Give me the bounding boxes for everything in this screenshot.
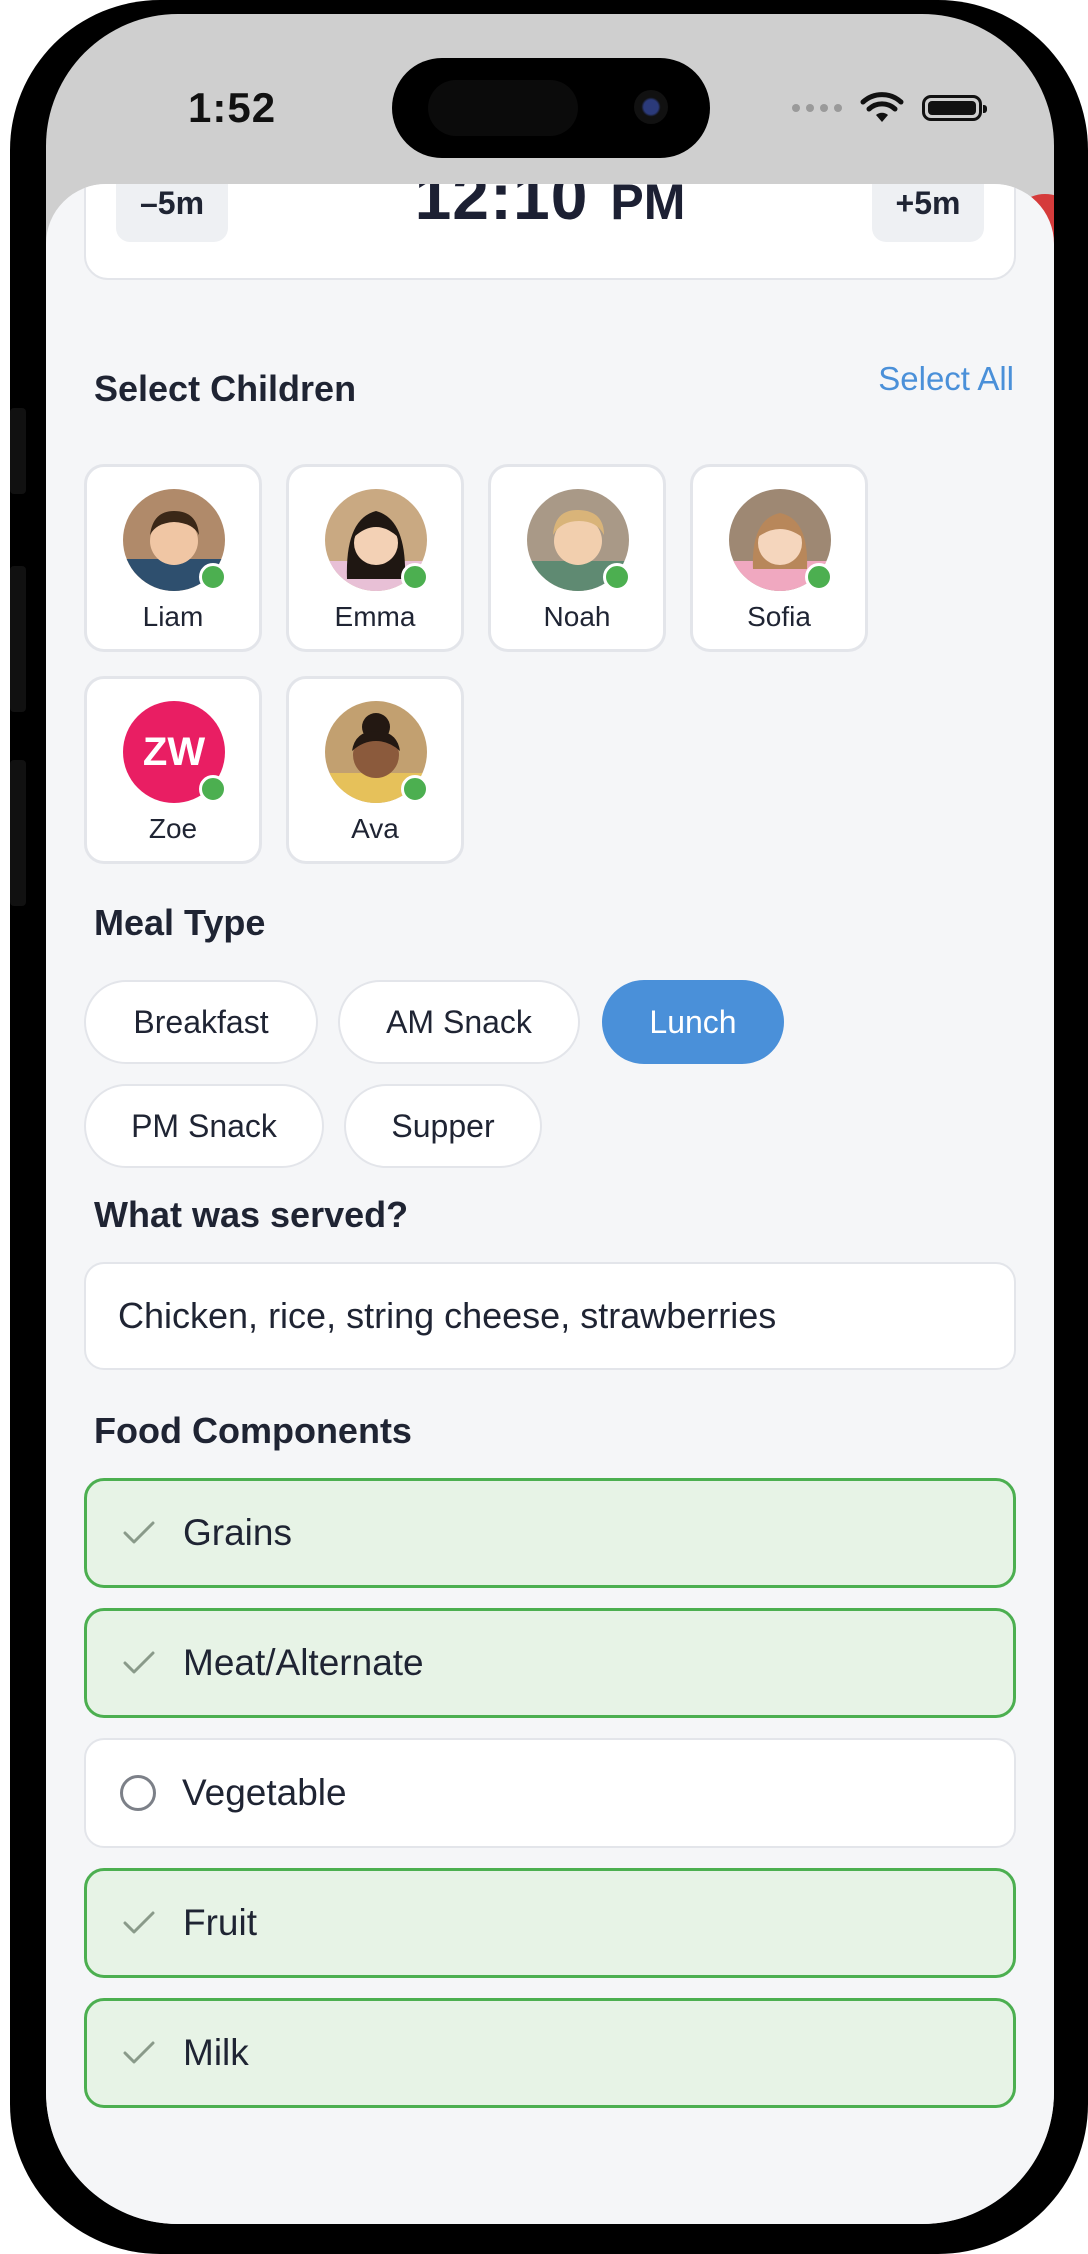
status-bar: 1:52 [46, 14, 1054, 184]
child-name: Zoe [148, 813, 198, 844]
battery-icon [922, 95, 987, 121]
wifi-icon [860, 92, 904, 122]
meal-chip-breakfast[interactable]: Breakfast [84, 980, 318, 1064]
online-indicator [805, 563, 833, 591]
time-value: 12:10 [414, 184, 589, 233]
online-indicator [199, 563, 227, 591]
checkmark-icon [119, 1513, 159, 1553]
component-label: Milk [183, 2032, 249, 2073]
served-title: What was served? [94, 1194, 409, 1235]
phone-frame: 1:52 –5m 12:10 PM +5m Select Children Se… [10, 0, 1088, 2254]
plus-5-minutes-button[interactable]: +5m [872, 184, 984, 242]
child-card-emma[interactable]: Emma [286, 464, 464, 652]
meal-entry-sheet: –5m 12:10 PM +5m Select Children Select A… [46, 184, 1054, 2224]
cellular-signal-icon [792, 104, 842, 112]
select-all-link[interactable]: Select All [878, 360, 1014, 398]
volume-down-button [10, 760, 26, 906]
radio-empty-icon [118, 1773, 158, 1813]
component-vegetable[interactable]: Vegetable [84, 1738, 1016, 1848]
silent-switch [10, 408, 26, 494]
child-name: Emma [334, 601, 416, 632]
camera-icon [634, 90, 668, 124]
online-indicator [401, 563, 429, 591]
checkmark-icon [119, 1903, 159, 1943]
meal-chip-supper[interactable]: Supper [344, 1084, 542, 1168]
component-label: Vegetable [182, 1772, 347, 1813]
time-ampm: PM [610, 184, 686, 230]
food-components-title: Food Components [94, 1410, 412, 1451]
child-name: Liam [142, 601, 204, 632]
checkmark-icon [119, 1643, 159, 1683]
meal-chip-am-snack[interactable]: AM Snack [338, 980, 580, 1064]
child-name: Noah [543, 601, 611, 632]
component-label: Fruit [183, 1902, 257, 1943]
component-fruit[interactable]: Fruit [84, 1868, 1016, 1978]
checkmark-icon [119, 2033, 159, 2073]
online-indicator [603, 563, 631, 591]
component-meat-alternate[interactable]: Meat/Alternate [84, 1608, 1016, 1718]
screen: 1:52 –5m 12:10 PM +5m Select Children Se… [46, 14, 1054, 2224]
child-name: Ava [351, 813, 399, 844]
meal-chip-lunch[interactable]: Lunch [602, 980, 784, 1064]
meal-chip-pm-snack[interactable]: PM Snack [84, 1084, 324, 1168]
served-input[interactable]: Chicken, rice, string cheese, strawberri… [84, 1262, 1016, 1370]
dynamic-island [392, 58, 710, 158]
child-card-sofia[interactable]: Sofia [690, 464, 868, 652]
select-children-title: Select Children [94, 368, 357, 409]
child-card-noah[interactable]: Noah [488, 464, 666, 652]
online-indicator [199, 775, 227, 803]
component-milk[interactable]: Milk [84, 1998, 1016, 2108]
volume-up-button [10, 566, 26, 712]
component-label: Grains [183, 1512, 292, 1553]
child-card-ava[interactable]: Ava [286, 676, 464, 864]
component-grains[interactable]: Grains [84, 1478, 1016, 1588]
time-picker: –5m 12:10 PM +5m [84, 184, 1016, 280]
component-label: Meat/Alternate [183, 1642, 424, 1683]
child-card-liam[interactable]: Liam [84, 464, 262, 652]
online-indicator [401, 775, 429, 803]
status-time: 1:52 [188, 84, 277, 131]
child-name: Sofia [747, 601, 811, 632]
meal-type-title: Meal Type [94, 902, 266, 943]
child-card-zoe[interactable]: ZW Zoe [84, 676, 262, 864]
